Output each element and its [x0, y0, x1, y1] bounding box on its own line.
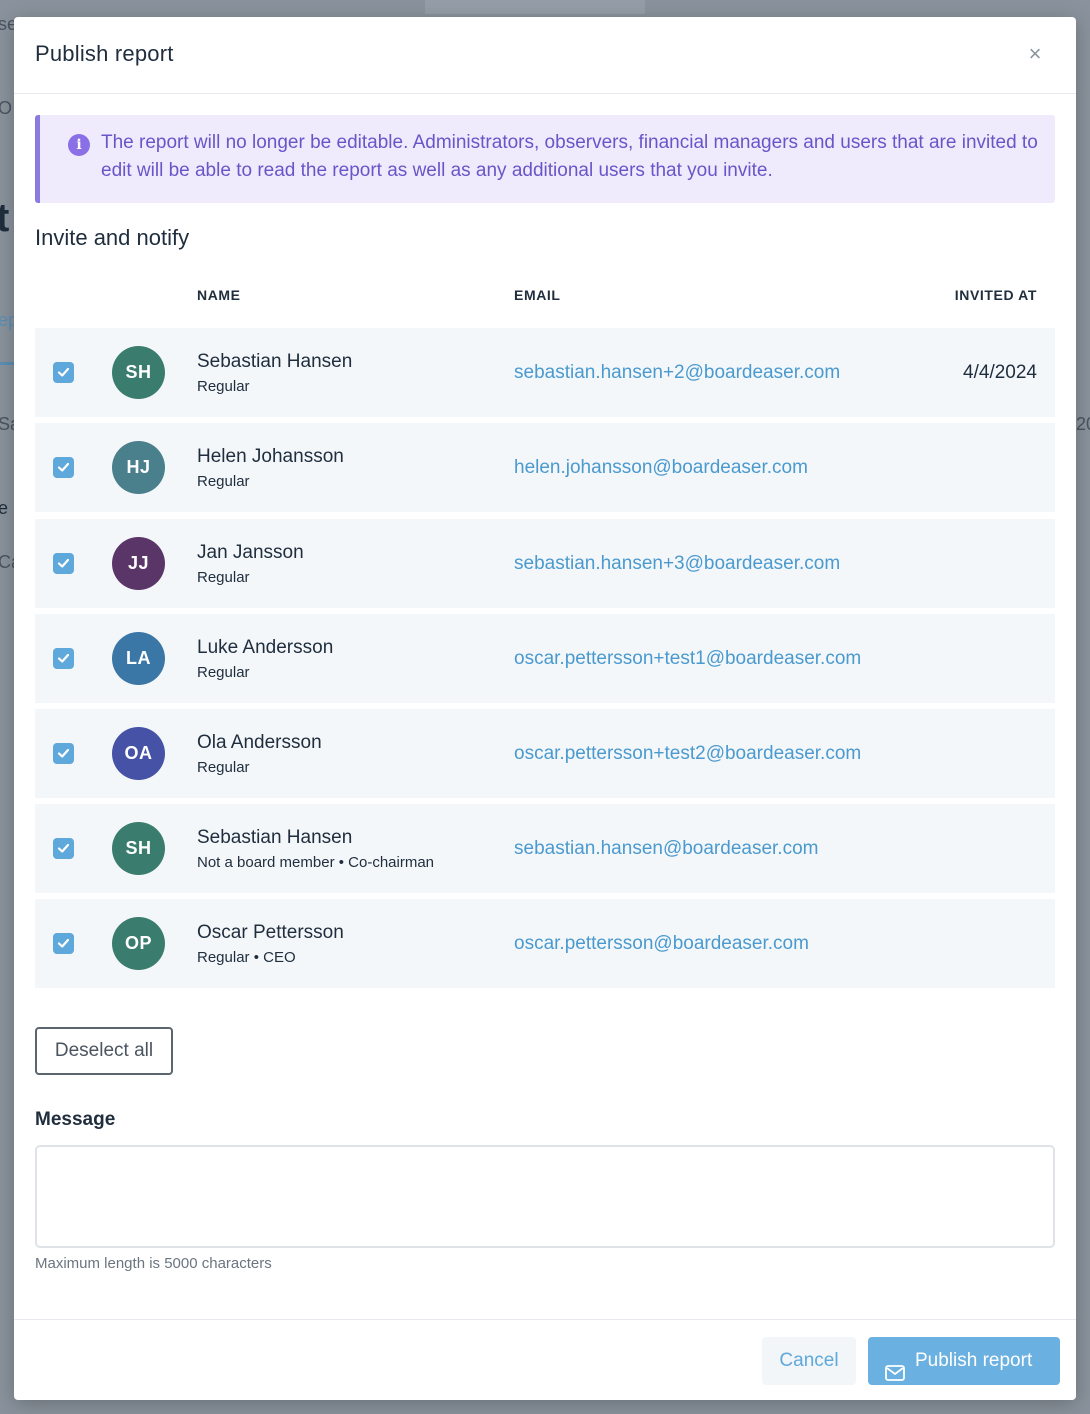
- dialog-header: Publish report ×: [14, 17, 1076, 94]
- cancel-button[interactable]: Cancel: [762, 1337, 856, 1385]
- avatar: OA: [112, 727, 165, 780]
- row-checkbox[interactable]: [53, 838, 74, 859]
- invitee-email-link[interactable]: oscar.pettersson+test2@boardeaser.com: [514, 743, 861, 765]
- deselect-all-button[interactable]: Deselect all: [35, 1027, 173, 1075]
- avatar: SH: [112, 346, 165, 399]
- invitee-role: Regular: [197, 473, 250, 490]
- message-label: Message: [35, 1109, 116, 1130]
- invited-at-value: 4/4/2024: [963, 362, 1037, 383]
- table-row: JJ Jan Jansson Regular sebastian.hansen+3@b…: [35, 519, 1055, 608]
- backdrop-line: [0, 362, 14, 365]
- info-alert: i The report will no longer be editable.…: [35, 115, 1055, 203]
- avatar: HJ: [112, 441, 165, 494]
- backdrop-topbar: [425, 0, 645, 14]
- invitee-role: Not a board member • Co-chairman: [197, 854, 435, 871]
- avatar: JJ: [112, 537, 165, 590]
- row-checkbox[interactable]: [53, 553, 74, 574]
- invitee-role: Regular: [197, 664, 250, 681]
- table-row: LA Luke Andersson Regular oscar.pettersson+…: [35, 614, 1055, 703]
- avatar: OP: [112, 917, 165, 970]
- table-row: SH Sebastian Hansen Regular sebastian.hanse…: [35, 328, 1055, 417]
- invitee-name: Luke Andersson: [197, 637, 334, 658]
- row-checkbox[interactable]: [53, 648, 74, 669]
- message-hint: Maximum length is 5000 characters: [35, 1255, 272, 1272]
- backdrop-fragment: 20: [1076, 414, 1090, 434]
- invite-section-title: Invite and notify: [35, 225, 190, 250]
- table-row: HJ Helen Johansson Regular helen.johansson@…: [35, 423, 1055, 512]
- invitee-email-link[interactable]: sebastian.hansen@boardeaser.com: [514, 838, 818, 860]
- row-checkbox[interactable]: [53, 362, 74, 383]
- row-checkbox[interactable]: [53, 743, 74, 764]
- invitee-email-link[interactable]: oscar.pettersson+test1@boardeaser.com: [514, 648, 861, 670]
- invitee-name: Jan Jansson: [197, 542, 304, 563]
- alert-text: The report will no longer be editable. A…: [101, 132, 1038, 181]
- backdrop-fragment: t: [0, 196, 10, 240]
- invitee-role: Regular • CEO: [197, 949, 296, 966]
- dialog-footer: Cancel Publish report: [14, 1319, 1076, 1401]
- publish-report-dialog: Publish report × i The report will no lo…: [14, 17, 1076, 1400]
- invitee-role: Regular: [197, 759, 250, 776]
- invitee-role: Regular: [197, 378, 250, 395]
- publish-report-button[interactable]: Publish report: [868, 1337, 1060, 1385]
- invitee-role: Regular: [197, 569, 250, 586]
- invitee-name: Oscar Pettersson: [197, 922, 344, 943]
- invitee-email-link[interactable]: sebastian.hansen+2@boardeaser.com: [514, 362, 840, 384]
- dialog-title: Publish report: [35, 41, 174, 66]
- publish-button-label: Publish report: [915, 1350, 1033, 1371]
- invitee-name: Sebastian Hansen: [197, 351, 353, 372]
- close-icon[interactable]: ×: [1024, 43, 1046, 65]
- message-field[interactable]: [35, 1145, 1055, 1248]
- table-row: SH Sebastian Hansen Not a board member • C…: [35, 804, 1055, 893]
- column-header-email: EMAIL: [514, 287, 561, 303]
- invitee-email-link[interactable]: helen.johansson@boardeaser.com: [514, 457, 808, 479]
- invitee-email-link[interactable]: sebastian.hansen+3@boardeaser.com: [514, 553, 840, 575]
- column-header-invited-at: INVITED AT: [954, 287, 1037, 303]
- table-row: OA Ola Andersson Regular oscar.pettersson+t…: [35, 709, 1055, 798]
- backdrop-fragment: O: [0, 98, 13, 118]
- envelope-icon: [885, 1352, 905, 1400]
- invitee-name: Sebastian Hansen: [197, 827, 353, 848]
- avatar: SH: [112, 822, 165, 875]
- avatar: LA: [112, 632, 165, 685]
- table-row: OP Oscar Pettersson Regular • CEO oscar.pet…: [35, 899, 1055, 988]
- info-icon: i: [68, 134, 90, 156]
- row-checkbox[interactable]: [53, 457, 74, 478]
- invitee-name: Helen Johansson: [197, 446, 344, 467]
- invitee-email-link[interactable]: oscar.pettersson@boardeaser.com: [514, 933, 809, 955]
- column-header-name: NAME: [197, 287, 241, 303]
- backdrop-fragment: e: [0, 498, 9, 518]
- invitee-name: Ola Andersson: [197, 732, 322, 753]
- row-checkbox[interactable]: [53, 933, 74, 954]
